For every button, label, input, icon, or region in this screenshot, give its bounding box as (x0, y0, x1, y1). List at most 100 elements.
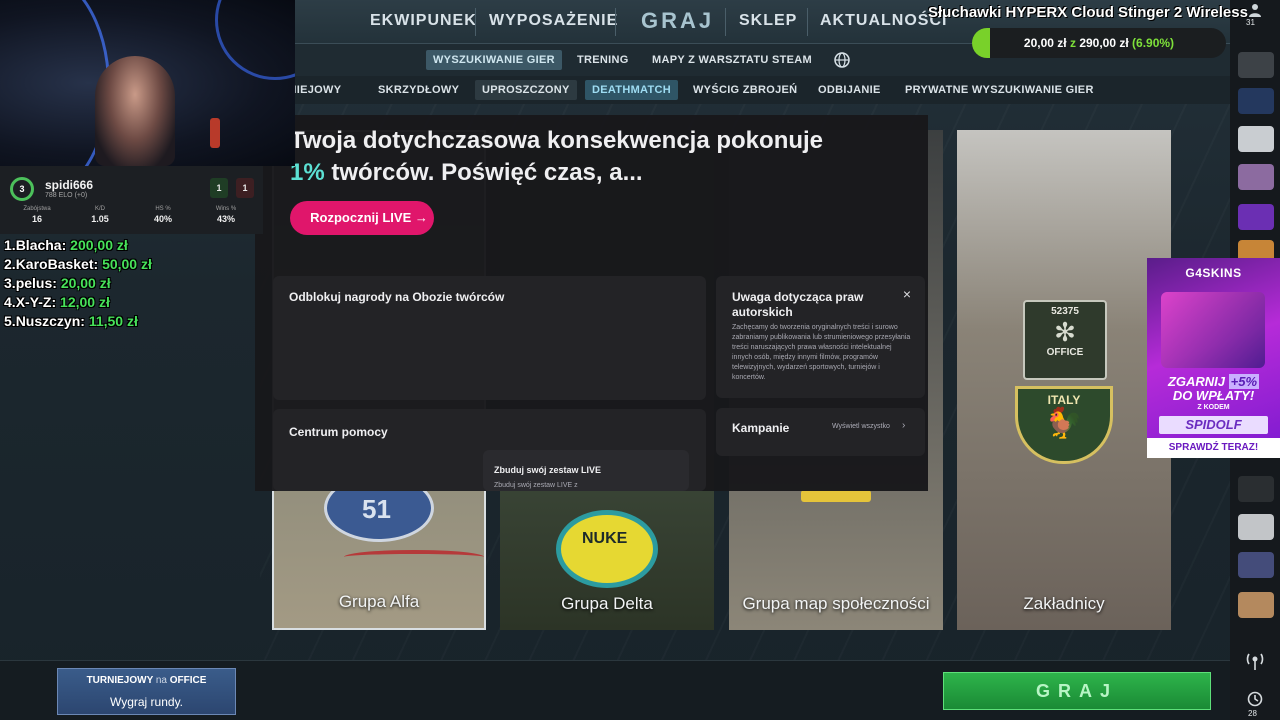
player-name: spidi666 (45, 178, 94, 192)
nav-wyposazenie[interactable]: WYPOSAŻENIE (489, 12, 618, 30)
tab-wyszukiwanie-gier[interactable]: WYSZUKIWANIE GIER (426, 50, 562, 70)
stat-label: Wins % (215, 206, 237, 212)
nav-divider (725, 8, 726, 36)
office-badge-name: OFFICE (1046, 347, 1084, 358)
ad-headline: ZGARNIJ +5% (1147, 374, 1280, 389)
stat-wins: Wins % 43% (206, 206, 246, 224)
webcam-feed (0, 0, 295, 166)
build-live-setup-card[interactable]: Zbuduj swój zestaw LIVE Zbuduj swój zest… (483, 450, 689, 491)
queued-mode-subtitle: Wygraj rundy. (109, 695, 184, 709)
player-elo: 788 ELO (+0) (45, 192, 88, 199)
goal-separator: z (1069, 36, 1076, 50)
ad-bonus: +5% (1228, 374, 1260, 389)
creator-dashboard-overlay: Twoja dotychczasowa konsekwencja pokonuj… (255, 115, 928, 491)
friend-avatar[interactable] (1238, 552, 1274, 578)
donor-name: Blacha: (15, 237, 67, 253)
friend-avatar[interactable] (1238, 52, 1274, 78)
donation-entry: 4.X-Y-Z: 12,00 zł (4, 293, 244, 312)
rewards-title: Odblokuj nagrody na Obozie twórców (289, 290, 505, 304)
close-icon[interactable]: × (903, 286, 911, 302)
donation-entry: 3.pelus: 20,00 zł (4, 274, 244, 293)
rewards-panel[interactable]: Odblokuj nagrody na Obozie twórców (273, 276, 706, 400)
mode-prywatne[interactable]: PRYWATNE WYSZUKIWANIE GIER (898, 80, 1101, 100)
queued-mode-card[interactable]: TURNIEJOWY na OFFICE Wygraj rundy. (57, 668, 236, 715)
losses-box: 1 (236, 178, 254, 198)
map-group-hostage-label: Zakładnicy (1023, 594, 1105, 613)
friend-avatar[interactable] (1238, 204, 1274, 230)
donor-name: pelus: (15, 275, 57, 291)
mode-odbijanie[interactable]: ODBIJANIE (811, 80, 888, 100)
friend-avatar[interactable] (1238, 514, 1274, 540)
nav-sklep[interactable]: SKLEP (739, 12, 797, 30)
tab-mapy-warsztatu[interactable]: MAPY Z WARSZTATU STEAM (645, 50, 819, 70)
game-mode-tabs: TURNIEJOWY SKRZYDŁOWY UPROSZCZONY DEATHM… (260, 76, 1230, 104)
nav-graj[interactable]: GRAJ (641, 8, 714, 34)
copyright-title: Uwaga dotycząca praw autorskich (732, 290, 864, 319)
campaigns-panel: Kampanie Wyświetl wszystko › (716, 408, 925, 456)
office-badge: 52375 ✻ OFFICE (1023, 300, 1107, 380)
donation-entry: 1.Blacha: 200,00 zł (4, 236, 244, 255)
history-count: 28 (1248, 709, 1257, 718)
donor-name: KaroBasket: (15, 256, 99, 272)
rooster-icon: 🐓 (1045, 407, 1083, 440)
neon-light (0, 0, 110, 166)
area51-badge-number: 51 (362, 494, 391, 524)
nuke-badge-text: NUKE (582, 530, 628, 547)
chevron-right-icon: › (902, 420, 906, 431)
donation-rank: 5. (4, 313, 16, 329)
broadcast-icon[interactable] (1244, 650, 1266, 672)
nav-ekwipunek[interactable]: EKWIPUNEK (370, 12, 477, 30)
map-group-alfa-label: Grupa Alfa (338, 592, 420, 611)
friend-avatar[interactable] (1238, 476, 1274, 502)
donor-name: X-Y-Z: (15, 294, 57, 310)
queued-map: OFFICE (169, 675, 207, 686)
globe-icon[interactable] (833, 51, 851, 69)
stat-value: 40% (153, 214, 172, 224)
mode-wyscig-zbrojen[interactable]: WYŚCIG ZBROJEŃ (686, 80, 804, 100)
stat-kills: Zabójstwa 16 (17, 206, 57, 224)
nav-divider (615, 8, 616, 36)
donation-goal-text: 20,00 zł z 290,00 zł (6.90%) (972, 36, 1226, 50)
help-center-title: Centrum pomocy (289, 425, 388, 439)
mode-deathmatch[interactable]: DEATHMATCH (585, 80, 678, 100)
friend-avatar[interactable] (1238, 592, 1274, 618)
copyright-body: Zachęcamy do tworzenia oryginalnych treś… (732, 324, 911, 381)
ad-cta-button[interactable]: SPRAWDŹ TERAZ! (1147, 438, 1280, 458)
friend-avatar[interactable] (1238, 88, 1274, 114)
play-button[interactable]: GRAJ (943, 672, 1211, 710)
donation-rank: 3. (4, 275, 16, 291)
mode-skrzydlowy[interactable]: SKRZYDŁOWY (371, 80, 466, 100)
headline-text-start: Twoja dotychczasowa konsekwencja pokonuj… (290, 127, 824, 154)
mode-uproszczony[interactable]: UPROSZCZONY (475, 80, 577, 100)
goal-target: 290,00 zł (1079, 36, 1129, 50)
headline-text-end: twórców. Poświęć czas, a... (324, 159, 643, 186)
red-paint-mark (344, 550, 484, 564)
stat-label: K/D (94, 206, 105, 212)
friend-avatar[interactable] (1238, 164, 1274, 190)
sponsor-brand: G4SKINS (1185, 266, 1242, 280)
neon-light (215, 0, 295, 80)
map-group-hostage-card[interactable]: 52375 ✻ OFFICE ITALY 🐓 Zakładnicy (957, 130, 1171, 630)
campaigns-view-all-link[interactable]: Wyświetl wszystko (832, 423, 890, 430)
streamer-figure (95, 56, 175, 166)
queued-mode-title: TURNIEJOWY na OFFICE (58, 675, 235, 686)
headline-percent: 1% (290, 159, 325, 186)
donation-entry: 2.KaroBasket: 50,00 zł (4, 255, 244, 274)
stat-hs: HS % 40% (143, 206, 183, 224)
faceit-stats-widget: 3 spidi666 788 ELO (+0) 1 1 Zabójstwa 16 … (0, 166, 263, 234)
history-icon[interactable] (1246, 690, 1264, 708)
wins-box: 1 (210, 178, 228, 198)
donation-amount: 50,00 zł (102, 256, 152, 272)
start-live-button[interactable]: Rozpocznij LIVE → (290, 201, 434, 235)
donation-rank: 4. (4, 294, 16, 310)
sponsor-ad-banner[interactable]: G4SKINS ZGARNIJ +5% DO WPŁATY! Z KODEM S… (1147, 258, 1280, 458)
ad-line-3: Z KODEM (1197, 404, 1230, 411)
donation-rank: 1. (4, 237, 16, 253)
donation-amount: 11,50 zł (88, 313, 138, 329)
tab-trening[interactable]: TRENING (570, 50, 636, 70)
queued-mode: TURNIEJOWY (86, 675, 154, 686)
donation-goal-bar: 20,00 zł z 290,00 zł (6.90%) (972, 28, 1226, 58)
donation-entry: 5.Nuszczyn: 11,50 zł (4, 312, 244, 331)
friend-avatar[interactable] (1238, 126, 1274, 152)
donation-goal-title: Słuchawki HYPERX Cloud Stinger 2 Wireles… (928, 4, 1248, 21)
